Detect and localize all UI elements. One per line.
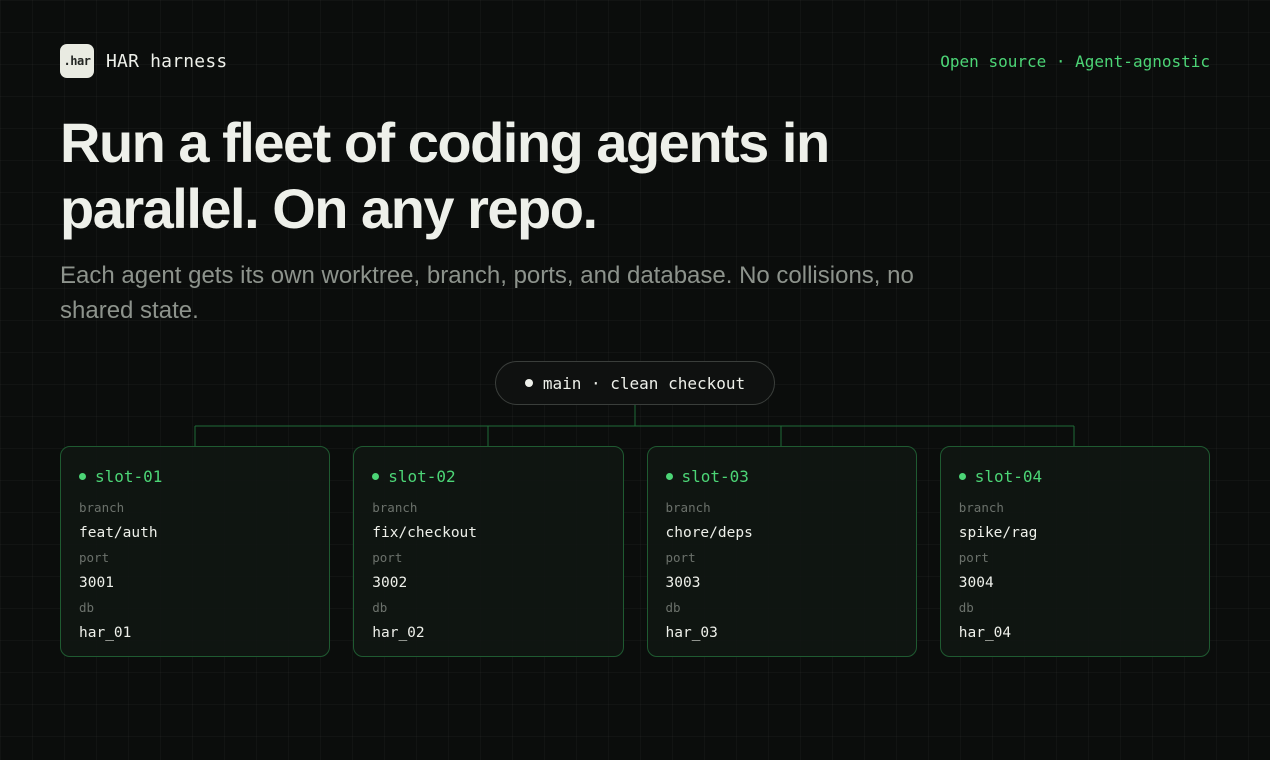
logo: .har [60,44,94,78]
branch-value: feat/auth [79,525,158,541]
port-value: 3002 [372,575,408,591]
port-value: 3004 [958,575,994,591]
hero-title: Run a fleet of coding agents in parallel… [60,111,830,240]
port-value: 3001 [79,575,114,591]
slot-card[interactable]: slot-04 branch spike/rag port 3004 db ha… [939,446,1210,657]
branch-value: chore/deps [665,525,753,541]
brand[interactable]: .har HAR harness [60,44,227,78]
port-label: port [372,550,403,565]
port-label: port [958,550,989,565]
branch-label: branch [372,500,418,515]
branch-label: branch [79,500,125,515]
slot-header: slot-04 [958,465,1191,487]
main-checkout-label: main · clean checkout [542,373,746,393]
branch-value: spike/rag [958,525,1038,541]
status-dot-icon [665,472,673,480]
db-value: har_03 [665,625,718,641]
brand-name: HAR harness [106,50,228,72]
main-checkout-pill: main · clean checkout [495,361,775,405]
slot-name: slot-03 [681,466,749,486]
db-value: har_02 [372,625,425,641]
status-dot-icon [79,472,86,480]
slot-grid: slot-01 branch feat/auth port 3001 db ha… [60,446,1210,657]
status-dot-icon [372,472,380,480]
db-label: db [958,600,974,615]
status-dot-icon [958,472,966,480]
tagline: Open source · Agent-agnostic [940,51,1210,71]
slot-card[interactable]: slot-03 branch chore/deps port 3003 db h… [646,446,917,657]
hero-subtitle: Each agent gets its own worktree, branch… [60,262,914,324]
db-label: db [665,600,681,615]
branch-value: fix/checkout [372,525,478,541]
slot-card[interactable]: slot-01 branch feat/auth port 3001 db ha… [60,446,331,657]
port-label: port [665,550,696,565]
slot-header: slot-02 [372,465,604,487]
top-bar: .har HAR harness Open source · Agent-agn… [60,44,1210,78]
branch-label: branch [958,500,1004,515]
status-dot-icon [524,379,533,387]
slot-name: slot-01 [95,466,163,486]
db-label: db [372,600,388,615]
port-value: 3003 [665,575,701,591]
port-label: port [79,550,110,565]
slot-name: slot-02 [388,466,456,486]
slot-header: slot-01 [79,465,311,487]
branch-label: branch [665,500,711,515]
slot-name: slot-04 [974,466,1043,486]
db-value: har_04 [958,625,1012,641]
slot-header: slot-03 [665,465,898,487]
slot-card[interactable]: slot-02 branch fix/checkout port 3002 db… [353,446,624,657]
db-label: db [79,600,95,615]
db-value: har_01 [79,625,132,641]
